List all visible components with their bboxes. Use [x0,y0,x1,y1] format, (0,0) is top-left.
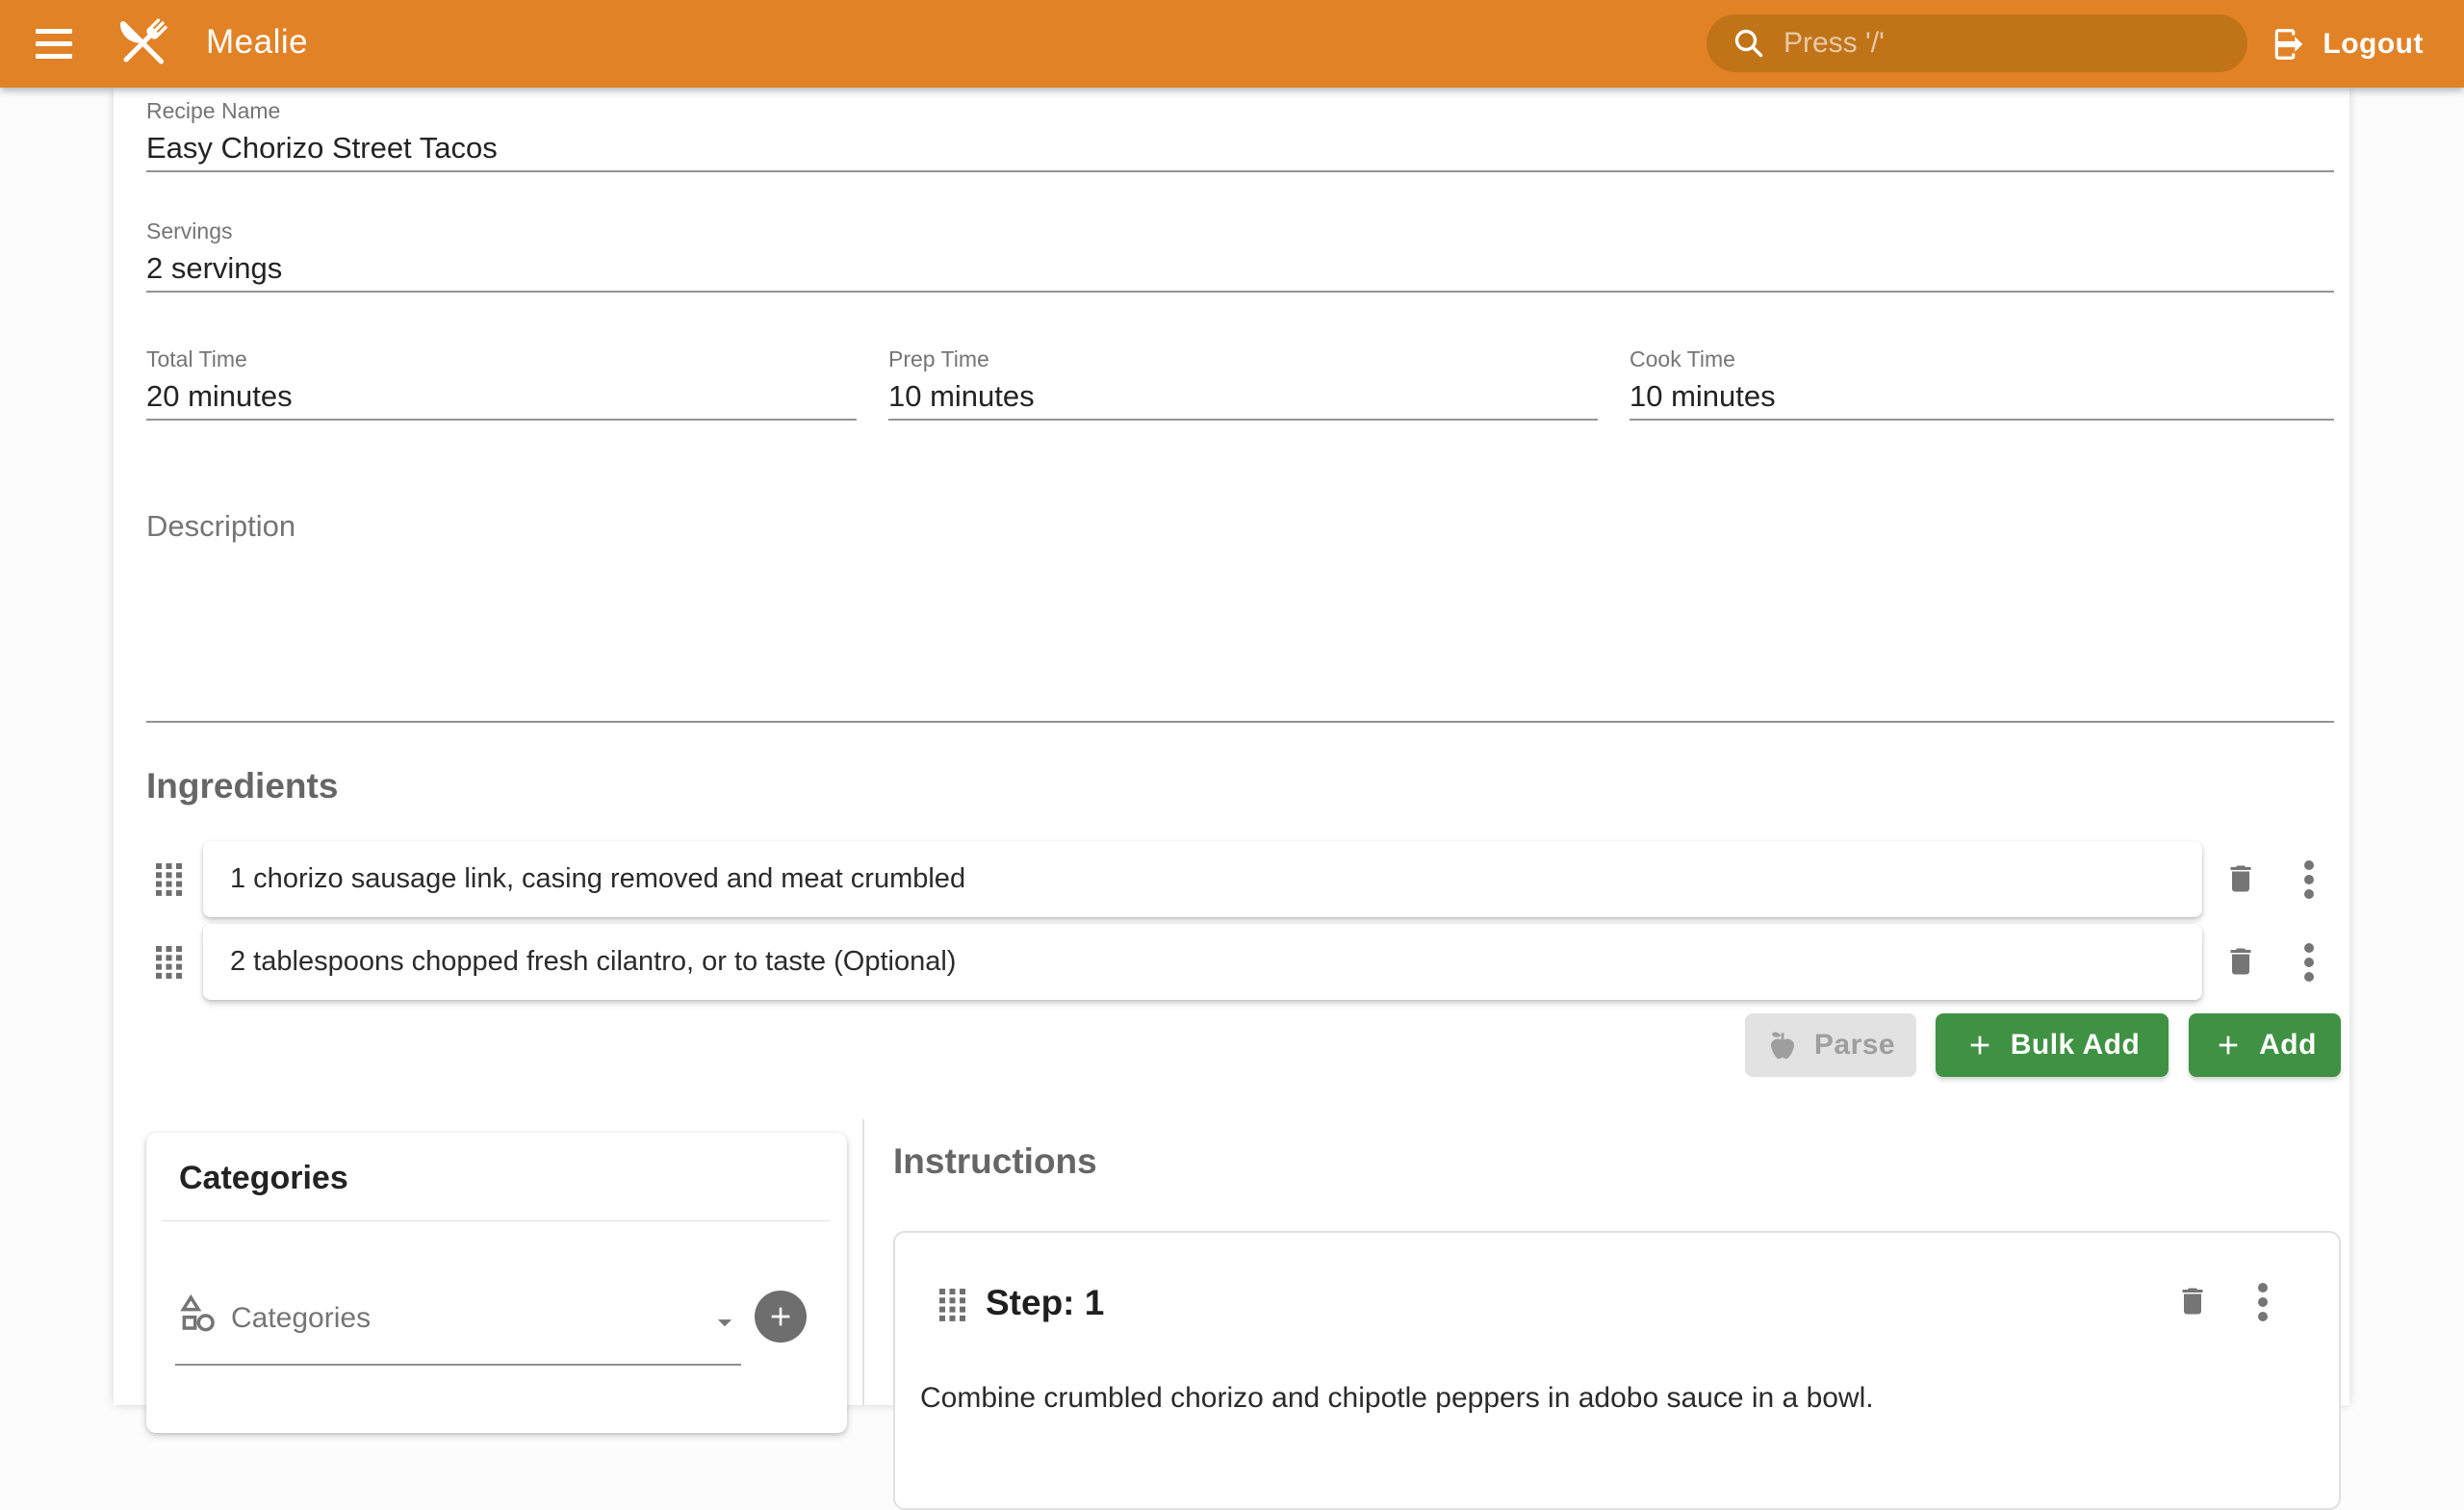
categories-select-underline [175,1364,741,1366]
apple-icon [1766,1029,1799,1062]
drag-handle-icon[interactable] [939,1289,965,1321]
instruction-step-card: Step: 1 Combine crumbled chorizo and chi… [893,1231,2341,1510]
recipe-name-field[interactable]: Recipe Name Easy Chorizo Street Tacos [146,97,2334,172]
drag-handle-icon[interactable] [156,863,182,896]
add-label: Add [2259,1029,2317,1062]
recipe-name-input[interactable]: Easy Chorizo Street Tacos [146,127,2334,169]
kebab-menu-icon[interactable] [2300,939,2318,985]
cook-time-label: Cook Time [1630,346,2334,372]
add-category-button[interactable] [755,1291,807,1343]
parse-label: Parse [1814,1029,1895,1062]
column-divider [862,1119,864,1405]
plus-icon [1964,1030,1995,1061]
total-time-label: Total Time [146,346,857,372]
ingredients-heading: Ingredients [146,766,338,806]
app-header: Mealie Logout [0,0,2464,88]
plus-icon [2213,1030,2244,1061]
servings-label: Servings [146,218,2334,244]
ingredient-row: 2 tablespoons chopped fresh cilantro, or… [114,924,2349,1001]
recipe-editor-card: Recipe Name Easy Chorizo Street Tacos Se… [114,88,2349,1405]
prep-time-field[interactable]: Prep Time 10 minutes [888,346,1598,421]
search-bar[interactable] [1707,14,2247,72]
app-title: Mealie [206,23,308,62]
drag-handle-icon[interactable] [156,946,182,979]
cook-time-input[interactable]: 10 minutes [1630,375,2334,418]
ingredient-row: 1 chorizo sausage link, casing removed a… [114,841,2349,918]
description-label: Description [146,508,2334,545]
menu-icon[interactable] [35,26,73,62]
categories-card: Categories Categories [146,1133,847,1433]
ingredient-input[interactable]: 1 chorizo sausage link, casing removed a… [203,841,2202,917]
kebab-menu-icon[interactable] [2254,1279,2272,1325]
plus-icon [765,1301,796,1332]
categories-select[interactable]: Categories [231,1302,371,1335]
prep-time-input[interactable]: 10 minutes [888,375,1598,418]
page: Mealie Logout Recipe Name Easy Chor [0,0,2464,1405]
kebab-menu-icon[interactable] [2300,857,2318,903]
bulk-add-label: Bulk Add [2011,1029,2141,1062]
ingredient-input[interactable]: 2 tablespoons chopped fresh cilantro, or… [203,924,2202,1000]
delete-icon[interactable] [2175,1283,2210,1324]
logout-icon [2271,26,2307,63]
servings-input[interactable]: 2 servings [146,247,2334,290]
recipe-name-label: Recipe Name [146,97,2334,124]
parse-button[interactable]: Parse [1745,1013,1916,1077]
servings-field[interactable]: Servings 2 servings [146,218,2334,293]
add-ingredient-button[interactable]: Add [2189,1013,2341,1077]
cook-time-field[interactable]: Cook Time 10 minutes [1630,346,2334,421]
search-input[interactable] [1782,26,2238,61]
app-logo-icon[interactable] [110,11,175,76]
total-time-field[interactable]: Total Time 20 minutes [146,346,857,421]
description-field[interactable]: Description [146,508,2334,723]
instructions-heading: Instructions [893,1141,1097,1182]
total-time-input[interactable]: 20 minutes [146,375,857,418]
logout-label: Logout [2323,28,2424,61]
step-title: Step: 1 [986,1283,1104,1323]
categories-divider [162,1220,830,1221]
logout-button[interactable]: Logout [2271,21,2424,67]
delete-icon[interactable] [2223,943,2258,985]
step-text-input[interactable]: Combine crumbled chorizo and chipotle pe… [920,1379,2306,1418]
bulk-add-button[interactable]: Bulk Add [1936,1013,2169,1077]
chevron-down-icon[interactable] [708,1306,741,1339]
delete-icon[interactable] [2223,860,2258,902]
search-icon [1732,26,1766,61]
prep-time-label: Prep Time [888,346,1598,372]
categories-card-title: Categories [179,1160,348,1197]
shapes-icon [177,1292,219,1335]
